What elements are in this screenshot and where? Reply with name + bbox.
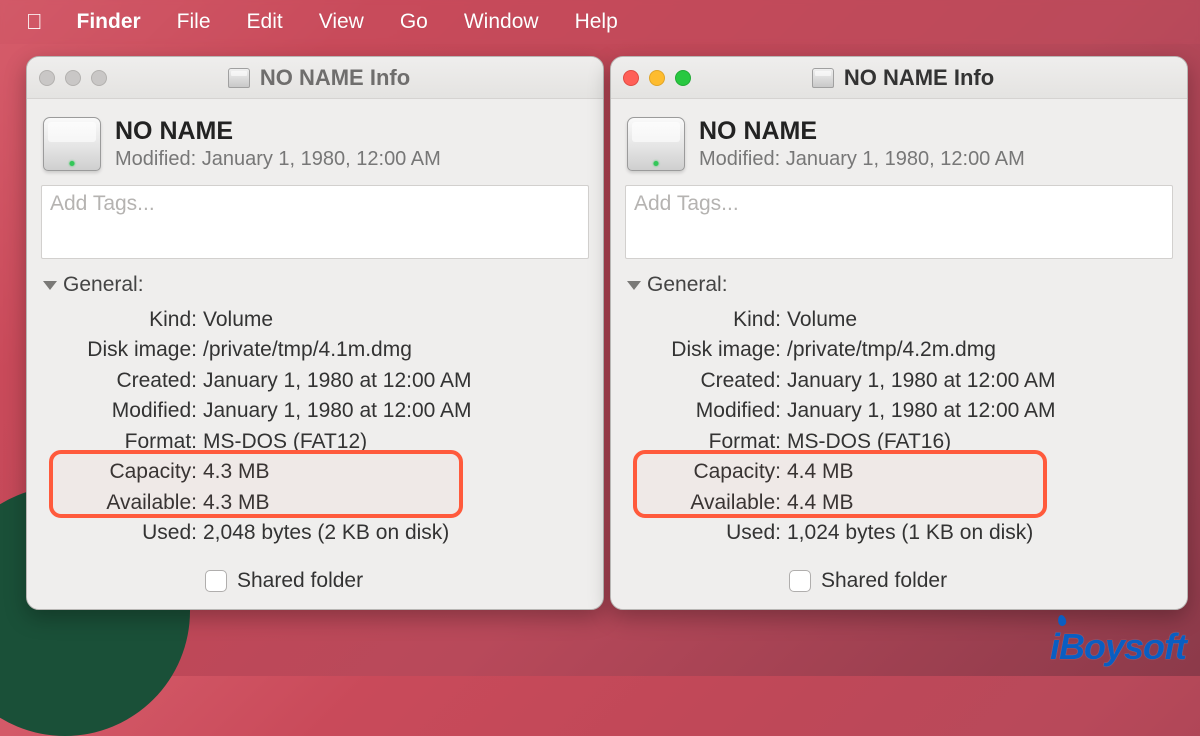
modified-summary: Modified: January 1, 1980, 12:00 AM <box>699 148 1025 171</box>
info-window-right: NO NAME Info NO NAME Modified: January 1… <box>610 56 1188 610</box>
watermark-logo: iBoysoft <box>1050 626 1186 668</box>
kv-key: Capacity: <box>627 457 787 487</box>
menu-file[interactable]: File <box>159 10 229 34</box>
kv-key: Format: <box>627 427 787 457</box>
kv-value: January 1, 1980 at 12:00 AM <box>787 366 1171 396</box>
menu-go[interactable]: Go <box>382 10 446 34</box>
volume-name: NO NAME <box>115 117 441 146</box>
shared-folder-checkbox[interactable] <box>789 570 811 592</box>
kv-key: Created: <box>43 366 203 396</box>
kv-value: January 1, 1980 at 12:00 AM <box>203 396 587 426</box>
kv-key: Capacity: <box>43 457 203 487</box>
kv-value: /private/tmp/4.1m.dmg <box>203 335 587 365</box>
window-controls <box>623 70 691 86</box>
kv-key: Created: <box>627 366 787 396</box>
kv-key: Format: <box>43 427 203 457</box>
menu-window[interactable]: Window <box>446 10 557 34</box>
disk-icon <box>812 68 834 88</box>
kv-key: Disk image: <box>627 335 787 365</box>
kv-key: Used: <box>43 518 203 548</box>
kv-value: 1,024 bytes (1 KB on disk) <box>787 518 1171 548</box>
menu-help[interactable]: Help <box>557 10 636 34</box>
zoom-button[interactable] <box>675 70 691 86</box>
kv-value: January 1, 1980 at 12:00 AM <box>787 396 1171 426</box>
titlebar[interactable]: NO NAME Info <box>27 57 603 99</box>
kv-value: Volume <box>787 305 1171 335</box>
menu-edit[interactable]: Edit <box>229 10 301 34</box>
kv-value: 4.3 MB <box>203 457 587 487</box>
kv-value: January 1, 1980 at 12:00 AM <box>203 366 587 396</box>
kv-value: MS-DOS (FAT12) <box>203 427 587 457</box>
kv-key: Disk image: <box>43 335 203 365</box>
volume-icon <box>627 117 685 171</box>
modified-summary: Modified: January 1, 1980, 12:00 AM <box>115 148 441 171</box>
window-title: NO NAME Info <box>260 65 410 91</box>
kv-key: Available: <box>43 488 203 518</box>
shared-folder-label: Shared folder <box>237 569 363 593</box>
section-general-label: General: <box>647 273 728 297</box>
apple-menu-icon[interactable]:  <box>10 9 59 35</box>
menu-view[interactable]: View <box>301 10 382 34</box>
shared-folder-label: Shared folder <box>821 569 947 593</box>
volume-name: NO NAME <box>699 117 1025 146</box>
kv-key: Kind: <box>627 305 787 335</box>
tags-input[interactable]: Add Tags... <box>41 185 589 259</box>
zoom-button[interactable] <box>91 70 107 86</box>
kv-value: /private/tmp/4.2m.dmg <box>787 335 1171 365</box>
info-window-left: NO NAME Info NO NAME Modified: January 1… <box>26 56 604 610</box>
shared-folder-checkbox[interactable] <box>205 570 227 592</box>
close-button[interactable] <box>623 70 639 86</box>
kv-key: Modified: <box>627 396 787 426</box>
kv-value: 4.4 MB <box>787 457 1171 487</box>
kv-key: Used: <box>627 518 787 548</box>
minimize-button[interactable] <box>649 70 665 86</box>
menubar-app-name[interactable]: Finder <box>59 10 159 34</box>
window-title: NO NAME Info <box>844 65 994 91</box>
kv-key: Modified: <box>43 396 203 426</box>
window-controls <box>39 70 107 86</box>
kv-key: Available: <box>627 488 787 518</box>
general-disclosure[interactable]: General: <box>625 259 1173 305</box>
kv-value: 4.3 MB <box>203 488 587 518</box>
tags-input[interactable]: Add Tags... <box>625 185 1173 259</box>
macos-menubar:  Finder File Edit View Go Window Help <box>0 0 1200 44</box>
kv-value: 2,048 bytes (2 KB on disk) <box>203 518 587 548</box>
section-general-label: General: <box>63 273 144 297</box>
chevron-down-icon <box>627 281 641 290</box>
general-disclosure[interactable]: General: <box>41 259 589 305</box>
kv-value: 4.4 MB <box>787 488 1171 518</box>
kv-key: Kind: <box>43 305 203 335</box>
volume-icon <box>43 117 101 171</box>
disk-icon <box>228 68 250 88</box>
chevron-down-icon <box>43 281 57 290</box>
kv-value: Volume <box>203 305 587 335</box>
minimize-button[interactable] <box>65 70 81 86</box>
kv-value: MS-DOS (FAT16) <box>787 427 1171 457</box>
close-button[interactable] <box>39 70 55 86</box>
titlebar[interactable]: NO NAME Info <box>611 57 1187 99</box>
